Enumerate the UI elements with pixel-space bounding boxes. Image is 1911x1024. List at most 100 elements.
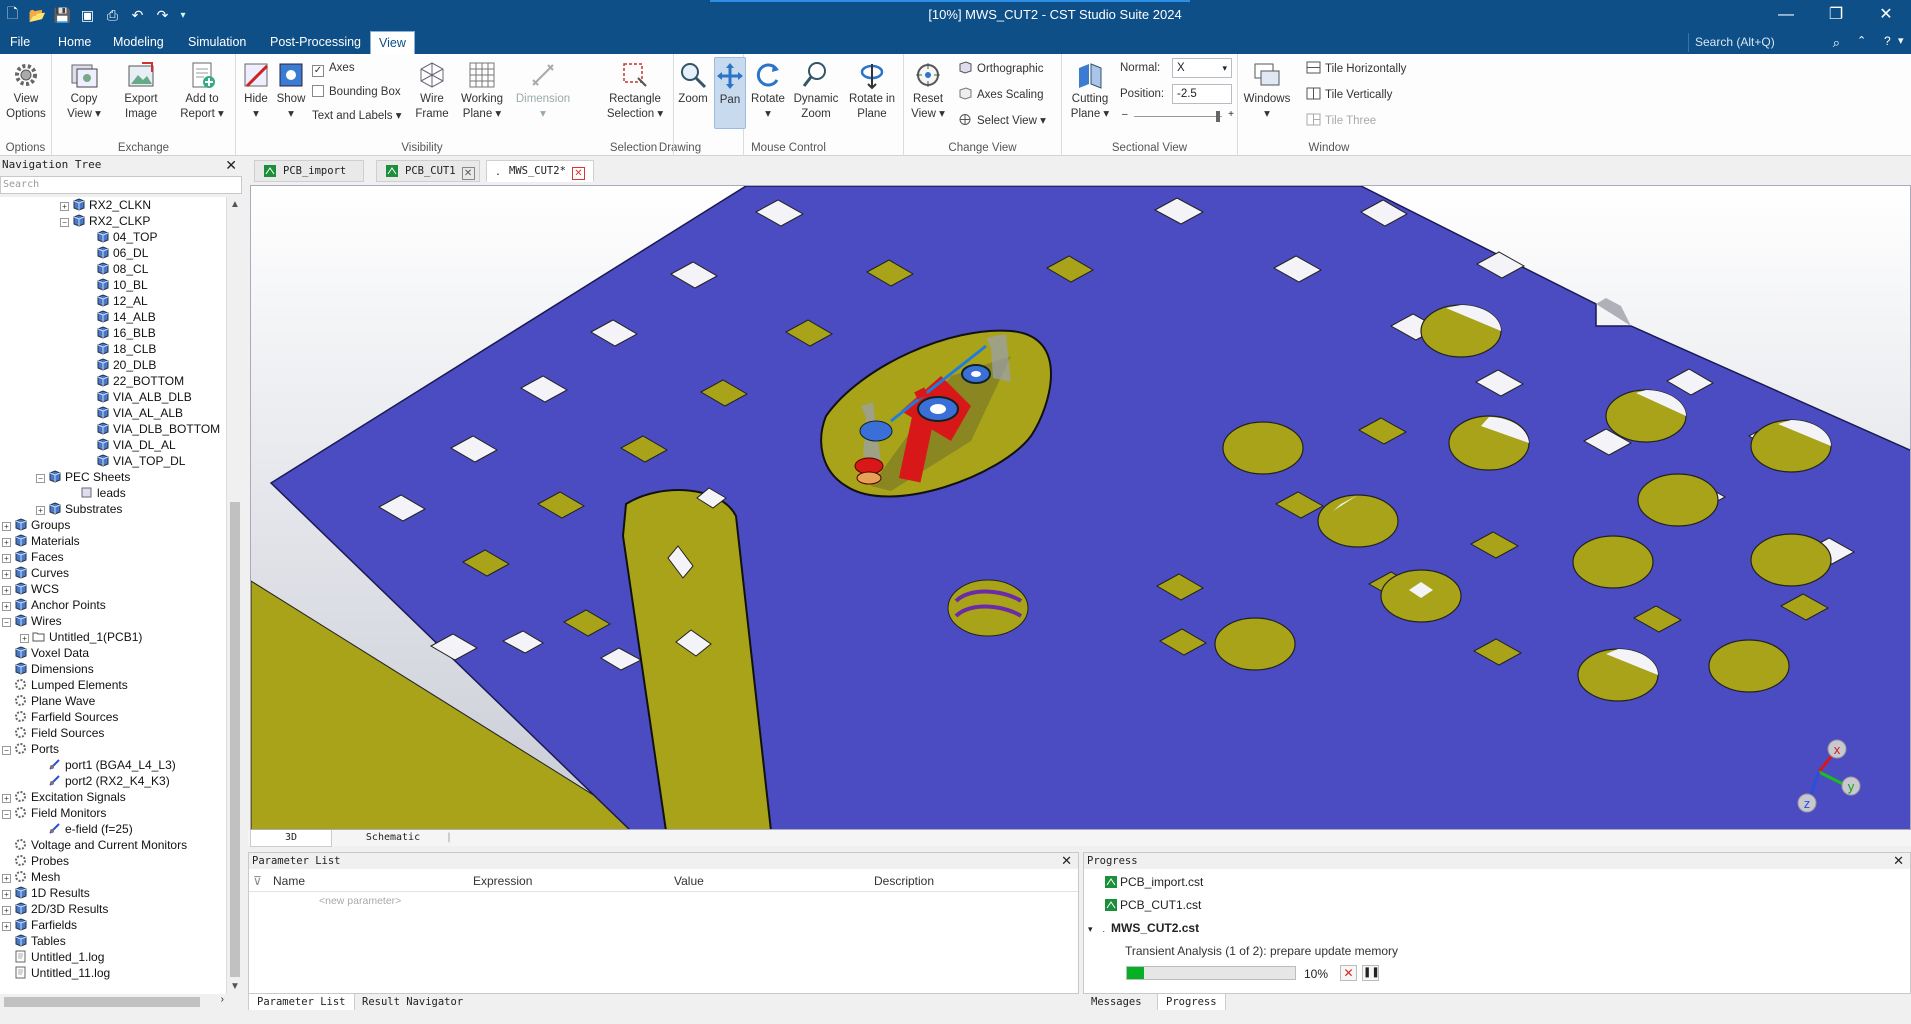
- tree-item-groups[interactable]: + Groups: [2, 517, 70, 533]
- tab-parameter-list[interactable]: Parameter List: [248, 994, 355, 1011]
- tree-item-field-monitors[interactable]: − Field Monitors: [2, 805, 106, 821]
- expand-icon[interactable]: +: [2, 602, 11, 611]
- tree-item-materials[interactable]: + Materials: [2, 533, 80, 549]
- orthographic-toggle[interactable]: Orthographic: [958, 59, 1043, 79]
- tree-item-e-field-f-25[interactable]: e-field (f=25): [36, 821, 133, 837]
- pcb-3d-scene[interactable]: x y z: [251, 186, 1911, 830]
- scrollbar-thumb[interactable]: [230, 502, 240, 977]
- tree-item-pec-sheets[interactable]: − PEC Sheets: [36, 469, 130, 485]
- close-tab-icon[interactable]: ✕: [571, 167, 585, 180]
- column-name[interactable]: Name: [273, 871, 305, 891]
- expand-icon[interactable]: +: [2, 522, 11, 531]
- column-description[interactable]: Description: [874, 871, 934, 891]
- reset-view-button[interactable]: Reset View ▾: [908, 60, 948, 122]
- tree-item-08-cl[interactable]: 08_CL: [84, 261, 148, 277]
- cutting-plane-button[interactable]: Cutting Plane ▾: [1068, 60, 1112, 122]
- collapse-icon[interactable]: −: [60, 218, 69, 227]
- tree-item-16-blb[interactable]: 16_BLB: [84, 325, 156, 341]
- tree-item-curves[interactable]: + Curves: [2, 565, 69, 581]
- windows-button[interactable]: Windows ▾: [1242, 60, 1292, 122]
- add-to-report-button[interactable]: Add to Report ▾: [172, 60, 232, 122]
- tree-item-10-bl[interactable]: 10_BL: [84, 277, 148, 293]
- bounding-box-checkbox[interactable]: Bounding Box: [312, 82, 401, 102]
- progress-item-pcb-import[interactable]: PCB_import.cst: [1104, 874, 1203, 890]
- wire-frame-button[interactable]: Wire Frame: [412, 60, 452, 122]
- tile-horizontally-button[interactable]: Tile Horizontally: [1306, 59, 1406, 79]
- doc-tab-pcb-import[interactable]: PCB_import✕: [254, 160, 364, 200]
- tree-item-04-top[interactable]: 04_TOP: [84, 229, 157, 245]
- tile-vertically-button[interactable]: Tile Vertically: [1306, 85, 1392, 105]
- position-slider[interactable]: – +: [1122, 109, 1234, 122]
- tree-item-1d-results[interactable]: +1D Results: [2, 885, 90, 901]
- tree-item-18-clb[interactable]: 18_CLB: [84, 341, 156, 357]
- position-input[interactable]: -2.5: [1172, 84, 1232, 104]
- tree-item-via-dl-al[interactable]: VIA_DL_AL: [84, 437, 176, 453]
- expand-icon[interactable]: +: [2, 538, 11, 547]
- tree-item-probes[interactable]: Probes: [2, 853, 69, 869]
- dynamic-zoom-button[interactable]: Dynamic Zoom: [792, 60, 840, 122]
- tree-item-untitled-1-pcb1[interactable]: + Untitled_1(PCB1): [20, 629, 142, 645]
- close-icon[interactable]: ✕: [1861, 0, 1911, 31]
- search-input[interactable]: Search (Alt+Q) ⌕: [1688, 33, 1846, 52]
- tile-three-button[interactable]: Tile Three: [1306, 111, 1376, 131]
- tree-item-dimensions[interactable]: Dimensions: [2, 661, 94, 677]
- view-options-button[interactable]: View Options: [2, 60, 50, 122]
- tree-item-substrates[interactable]: + Substrates: [36, 501, 122, 517]
- progress-item-mws-cut2[interactable]: ▾. MWS_CUT2.cst: [1088, 920, 1199, 937]
- tree-item-via-top-dl[interactable]: VIA_TOP_DL: [84, 453, 185, 469]
- tree-item-anchor-points[interactable]: + Anchor Points: [2, 597, 106, 613]
- tree-item-leads[interactable]: leads: [68, 485, 126, 501]
- text-and-labels-dropdown[interactable]: Text and Labels ▾: [312, 106, 402, 126]
- pause-button[interactable]: ❚❚: [1362, 965, 1380, 981]
- abort-button[interactable]: ✕: [1340, 965, 1357, 981]
- tree-item-excitation-signals[interactable]: + Excitation Signals: [2, 789, 126, 805]
- scroll-right-icon[interactable]: ›: [221, 994, 224, 1005]
- doc-tab-mws-cut2[interactable]: . MWS_CUT2* ✕: [486, 160, 594, 182]
- tree-item-tables[interactable]: Tables: [2, 933, 66, 949]
- normal-select[interactable]: X ▾: [1172, 58, 1232, 78]
- tree-item-voxel-data[interactable]: Voxel Data: [2, 645, 89, 661]
- tree-item-port1-bga4-l4-l3[interactable]: port1 (BGA4_L4_L3): [36, 757, 176, 773]
- new-parameter-row[interactable]: <new parameter>: [319, 895, 401, 907]
- rotate-button[interactable]: Rotate ▾: [750, 60, 786, 122]
- tree-item-lumped-elements[interactable]: Lumped Elements: [2, 677, 128, 693]
- tree-item-port2-rx2-k4-k3[interactable]: port2 (RX2_K4_K3): [36, 773, 170, 789]
- tree-item-rx2-clkp[interactable]: − RX2_CLKP: [60, 213, 150, 229]
- collapse-icon[interactable]: −: [2, 746, 11, 755]
- navigation-search-input[interactable]: Search: [0, 176, 242, 194]
- tree-item-via-al-alb[interactable]: VIA_AL_ALB: [84, 405, 183, 421]
- 3d-viewport[interactable]: x y z: [250, 185, 1911, 830]
- tree-item-untitled-1-log[interactable]: Untitled_1.log: [2, 949, 104, 965]
- rectangle-selection-button[interactable]: Rectangle Selection ▾: [602, 60, 668, 122]
- show-button[interactable]: Show ▾: [274, 60, 308, 122]
- tab-simulation[interactable]: Simulation: [180, 31, 254, 54]
- tab-3d[interactable]: 3D: [250, 830, 332, 847]
- tree-item-rx2-clkn[interactable]: + RX2_CLKN: [60, 197, 151, 213]
- progress-item-pcb-cut1[interactable]: PCB_CUT1.cst: [1104, 897, 1201, 913]
- collapse-icon[interactable]: −: [36, 474, 45, 483]
- copy-view-button[interactable]: Copy View ▾: [62, 60, 106, 122]
- tree-item-field-sources[interactable]: Field Sources: [2, 725, 104, 741]
- expand-icon[interactable]: +: [60, 202, 69, 211]
- tab-schematic[interactable]: Schematic: [348, 830, 438, 846]
- tree-item-20-dlb[interactable]: 20_DLB: [84, 357, 156, 373]
- tree-item-14-alb[interactable]: 14_ALB: [84, 309, 156, 325]
- select-view-dropdown[interactable]: Select View ▾: [958, 111, 1046, 131]
- tree-item-farfield-sources[interactable]: Farfield Sources: [2, 709, 118, 725]
- tree-item-12-al[interactable]: 12_AL: [84, 293, 148, 309]
- column-value[interactable]: Value: [674, 871, 704, 891]
- working-plane-button[interactable]: Working Plane ▾: [458, 60, 506, 122]
- pan-button[interactable]: Pan: [714, 57, 746, 129]
- tab-result-navigator[interactable]: Result Navigator: [354, 994, 471, 1011]
- close-navigation-icon[interactable]: ✕: [225, 156, 237, 174]
- hide-button[interactable]: Hide ▾: [240, 60, 272, 122]
- navigation-horizontal-scrollbar[interactable]: ›: [0, 994, 226, 1010]
- dimension-button[interactable]: Dimension ▾: [514, 60, 572, 122]
- column-expression[interactable]: Expression: [473, 871, 532, 891]
- tab-modeling[interactable]: Modeling: [105, 31, 172, 54]
- doc-tab-pcb-cut1[interactable]: PCB_CUT1 ✕: [376, 160, 480, 182]
- expand-icon[interactable]: +: [2, 890, 11, 899]
- tree-item-plane-wave[interactable]: Plane Wave: [2, 693, 95, 709]
- tree-item-via-alb-dlb[interactable]: VIA_ALB_DLB: [84, 389, 192, 405]
- tree-item-mesh[interactable]: + Mesh: [2, 869, 60, 885]
